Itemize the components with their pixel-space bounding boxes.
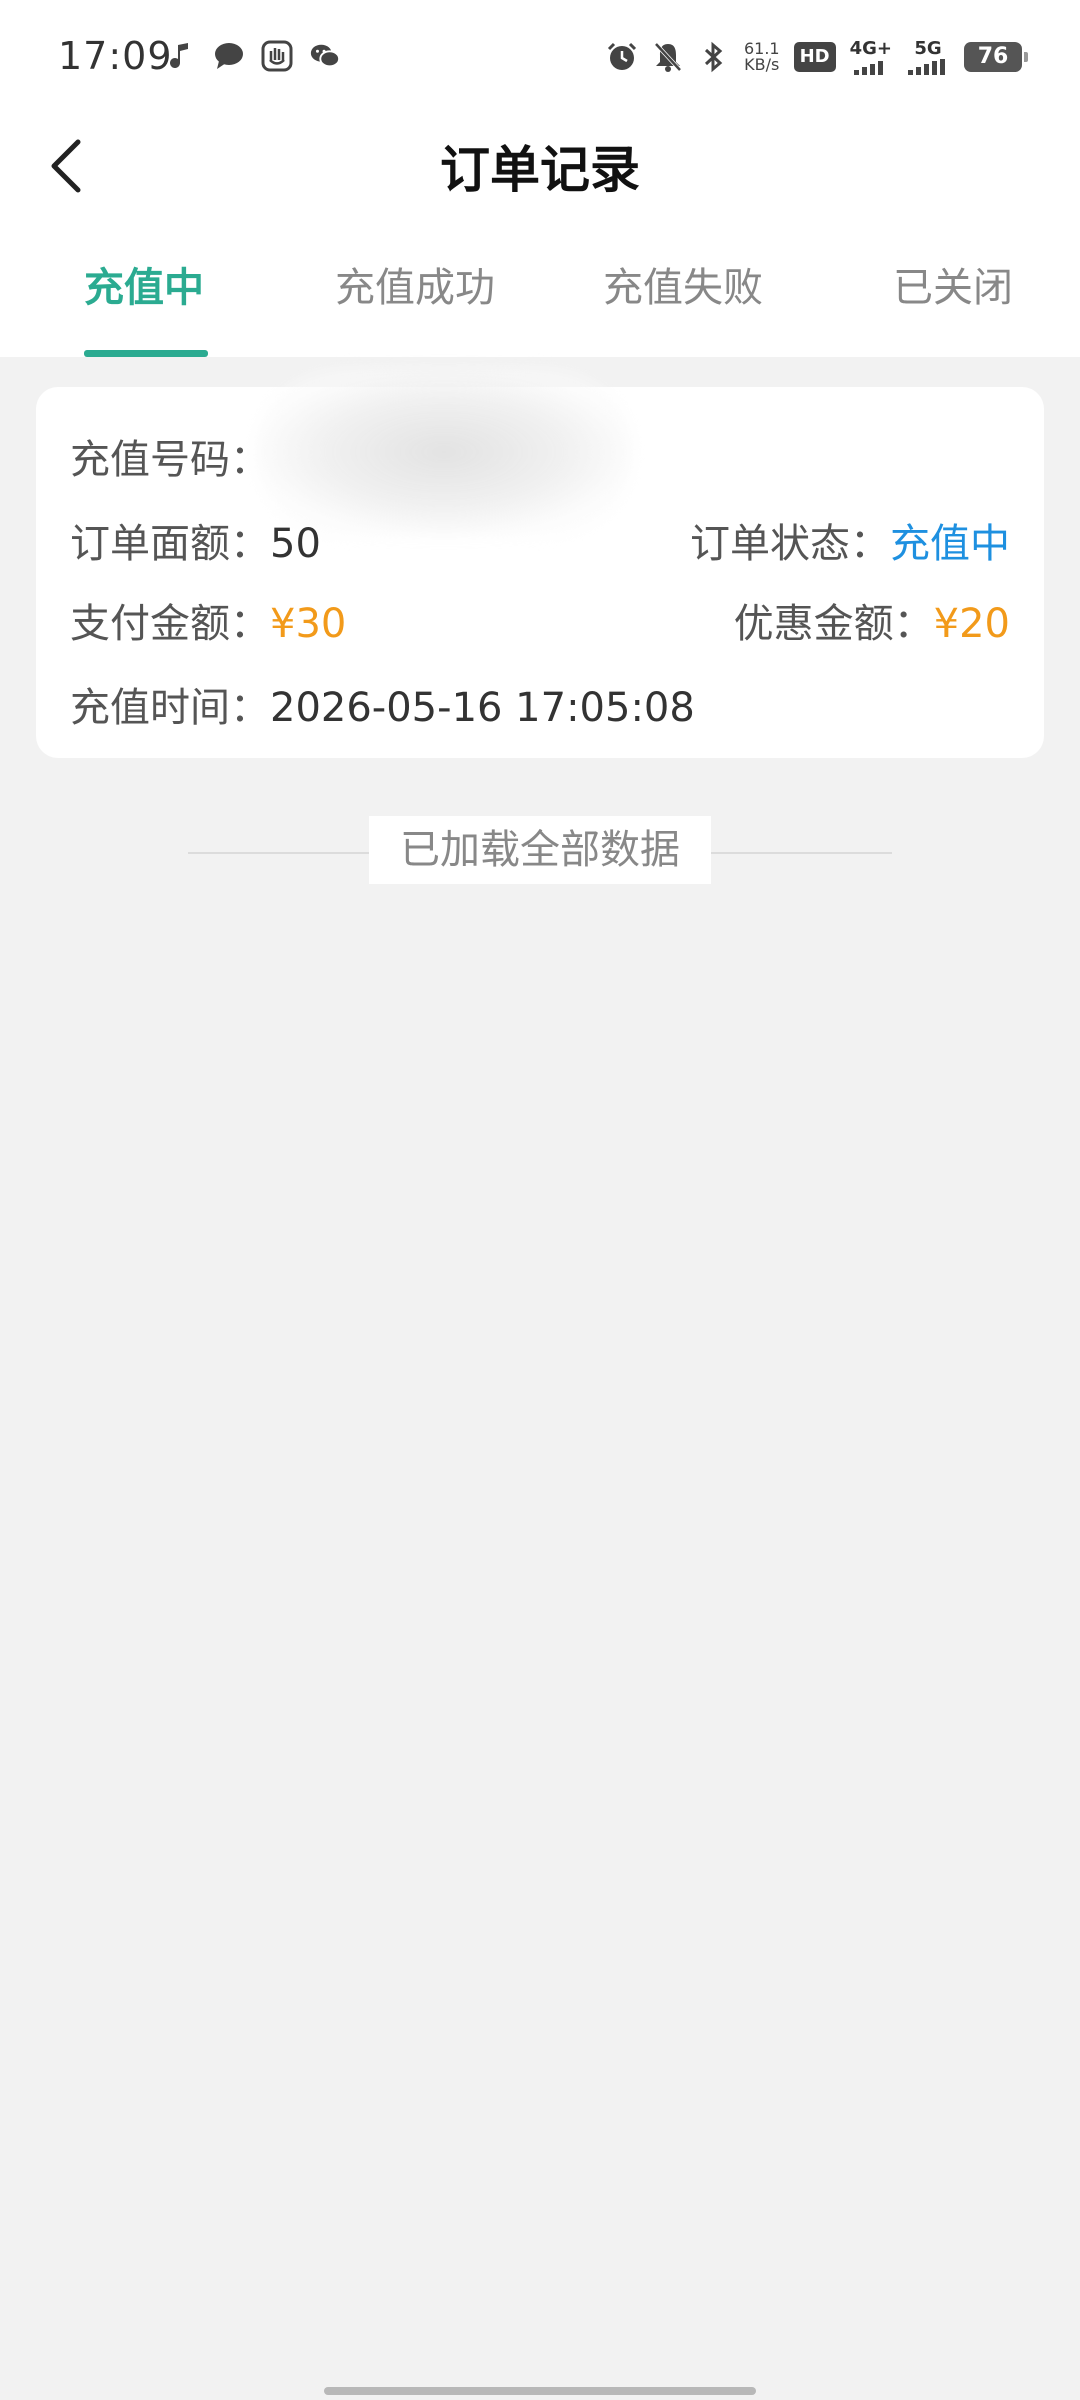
signal-5g: 5G <box>906 38 950 75</box>
bluetooth-icon <box>698 41 730 73</box>
wechat-icon <box>309 40 341 72</box>
discount-pair: 优惠金额：¥20 <box>734 591 1010 649</box>
face-value-pair: 订单面额：50 <box>70 511 321 569</box>
status-time: 17:09 <box>58 34 173 78</box>
amount-row: 支付金额：¥30 优惠金额：¥20 <box>70 591 1010 647</box>
status-bar: 17:09 61.1 KB/s HD 4G+ 5G 76 <box>0 0 1080 110</box>
tab-closed[interactable]: 已关闭 <box>893 255 1013 313</box>
page-title: 订单记录 <box>440 141 640 199</box>
time-row: 充值时间：2026-05-16 17:05:08 <box>70 675 1010 731</box>
speed-unit: KB/s <box>744 54 780 74</box>
network-5g-label: 5G <box>914 38 942 59</box>
alarm-icon <box>606 41 638 73</box>
hand-icon <box>261 40 293 72</box>
discount-value: ¥20 <box>933 601 1010 647</box>
status-pair: 订单状态：充值中 <box>690 511 1010 569</box>
active-tab-indicator <box>84 350 208 357</box>
system-icons: 61.1 KB/s HD 4G+ 5G 76 <box>606 38 1028 75</box>
home-indicator[interactable] <box>324 2387 756 2395</box>
time-label: 充值时间： <box>70 685 270 731</box>
signal-bars-icon <box>908 59 945 75</box>
status-label: 订单状态： <box>690 521 890 567</box>
tab-recharge-success[interactable]: 充值成功 <box>335 255 495 313</box>
battery-indicator: 76 <box>964 41 1028 72</box>
face-value: 50 <box>270 521 321 567</box>
discount-label: 优惠金额： <box>733 601 934 647</box>
status-value: 充值中 <box>890 521 1010 567</box>
app-header: 订单记录 <box>0 110 1080 225</box>
order-status-tabs: 充值中 充值成功 充值失败 已关闭 <box>0 225 1080 357</box>
music-icon <box>165 40 197 72</box>
signal-bars-icon <box>853 61 883 75</box>
phone-label: 充值号码： <box>70 437 270 483</box>
order-card[interactable]: 充值号码： 订单面额：50 订单状态：充值中 支付金额：¥30 优惠金额：¥20… <box>36 367 1044 758</box>
page: 17:09 61.1 KB/s HD 4G+ 5G 76 订单记录 充值中 充值… <box>0 0 1080 2400</box>
message-bubble-icon <box>213 40 245 72</box>
mute-icon <box>652 41 684 73</box>
face-value-label: 订单面额： <box>70 521 270 567</box>
tab-recharging[interactable]: 充值中 <box>84 255 204 313</box>
notification-icons <box>165 40 341 72</box>
network-speed: 61.1 KB/s <box>744 40 780 74</box>
paid-pair: 支付金额：¥30 <box>70 591 346 649</box>
time-value: 2026-05-16 17:05:08 <box>270 685 695 731</box>
paid-value: ¥30 <box>270 601 347 647</box>
signal-4g: 4G+ <box>850 38 892 75</box>
network-4g-label: 4G+ <box>849 38 892 59</box>
tab-recharge-failed[interactable]: 充值失败 <box>603 255 763 313</box>
all-loaded-text: 已加载全部数据 <box>369 816 711 884</box>
paid-label: 支付金额： <box>70 601 270 647</box>
hd-badge: HD <box>793 41 836 72</box>
face-value-row: 订单面额：50 订单状态：充值中 <box>70 511 1010 567</box>
